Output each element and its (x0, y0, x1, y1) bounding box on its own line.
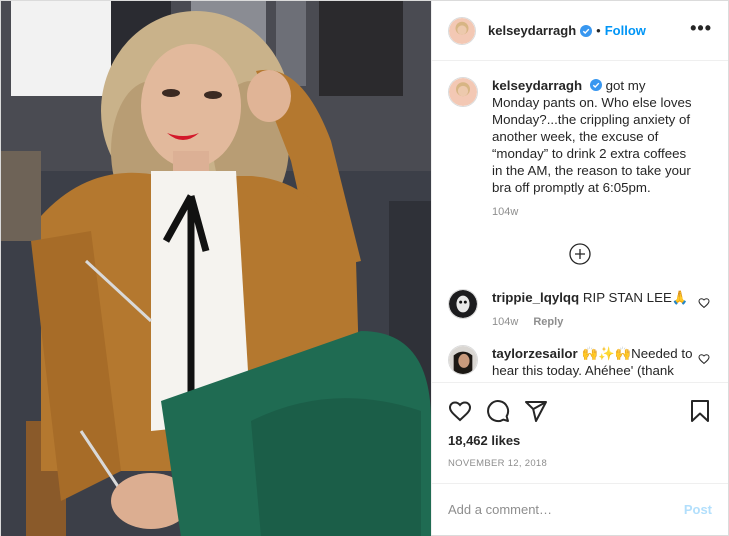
plus-circle-icon[interactable] (569, 243, 591, 265)
verified-badge-icon (589, 79, 602, 91)
add-comment-bar: Post (432, 483, 728, 535)
more-options-icon[interactable]: ••• (690, 19, 712, 39)
commenter-avatar[interactable] (448, 289, 478, 319)
comment-username[interactable]: taylorzesailor (492, 346, 578, 361)
caption: kelseydarragh got my Monday pants on. Wh… (448, 77, 712, 221)
share-icon[interactable] (524, 399, 548, 423)
comment-heart-icon[interactable] (698, 297, 710, 309)
author-avatar[interactable] (448, 16, 476, 45)
post-actions: 18,462 likes NOVEMBER 12, 2018 (432, 382, 728, 469)
author-username[interactable]: kelseydarragh (488, 23, 576, 38)
caption-username[interactable]: kelseydarragh (492, 78, 582, 93)
caption-text: got my Monday pants on. Who else loves M… (492, 78, 692, 195)
post-header: kelseydarragh • Follow ••• (432, 1, 728, 61)
post-photo[interactable] (1, 1, 431, 536)
bookmark-icon[interactable] (688, 399, 712, 423)
action-icons (448, 391, 712, 431)
comment-time[interactable]: 104w (492, 316, 518, 328)
comment-row: trippie_lqylqq RIP STAN LEE🙏 104w Reply (448, 289, 712, 331)
instagram-post: kelseydarragh • Follow ••• kelseydarragh… (0, 0, 729, 536)
caption-time[interactable]: 104w (492, 206, 518, 218)
follow-button[interactable]: Follow (605, 23, 646, 38)
comments-section: kelseydarragh got my Monday pants on. Wh… (432, 61, 728, 382)
separator-dot: • (596, 23, 601, 38)
photo-illustration (1, 1, 431, 536)
post-details-panel: kelseydarragh • Follow ••• kelseydarragh… (431, 1, 728, 535)
comment-input[interactable] (448, 502, 684, 517)
verified-badge-icon (580, 24, 593, 37)
reply-button[interactable]: Reply (533, 316, 563, 328)
likes-count[interactable]: 18,462 likes (448, 433, 712, 448)
load-more-comments (448, 243, 712, 265)
post-comment-button[interactable]: Post (684, 502, 712, 517)
comment-row: taylorzesailor 🙌✨🙌Needed to hear this to… (448, 345, 712, 382)
post-date[interactable]: NOVEMBER 12, 2018 (448, 458, 712, 469)
comment-body: trippie_lqylqq RIP STAN LEE🙏 104w Reply (492, 289, 712, 331)
comment-username[interactable]: trippie_lqylqq (492, 290, 579, 305)
comment-heart-icon[interactable] (698, 353, 710, 365)
comment-text: RIP STAN LEE🙏 (582, 290, 689, 305)
caption-author-avatar[interactable] (448, 77, 478, 107)
comment-body: taylorzesailor 🙌✨🙌Needed to hear this to… (492, 345, 712, 382)
commenter-avatar[interactable] (448, 345, 478, 375)
comment-icon[interactable] (486, 399, 510, 423)
caption-meta: 104w (492, 204, 694, 221)
caption-body: kelseydarragh got my Monday pants on. Wh… (492, 77, 712, 221)
heart-icon[interactable] (448, 399, 472, 423)
comment-meta: 104w Reply (492, 314, 694, 331)
